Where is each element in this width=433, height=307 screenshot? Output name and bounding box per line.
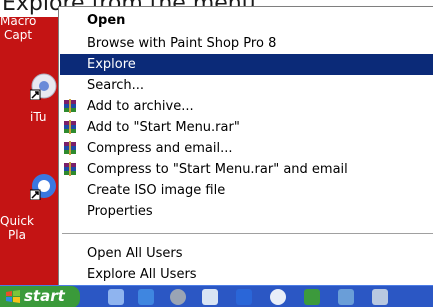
menu-item-explore[interactable]: Explore <box>60 54 433 75</box>
menu-item-label: Properties <box>87 204 153 219</box>
winrar-icon <box>64 162 76 176</box>
menu-item-add-to-archive[interactable]: Add to archive... <box>60 96 433 117</box>
menu-item-properties[interactable]: Properties <box>60 201 433 222</box>
winrar-icon <box>64 141 76 155</box>
internet-explorer-icon[interactable] <box>138 289 154 305</box>
menu-item-label: Add to archive... <box>87 99 194 114</box>
menu-item-label: Open All Users <box>87 246 183 261</box>
quick-launch-icon[interactable] <box>304 289 320 305</box>
desktop-icon-label: Pla <box>8 228 26 242</box>
desktop-icon-label: Quick <box>0 214 34 228</box>
media-player-icon[interactable] <box>170 289 186 305</box>
menu-item-label: Browse with Paint Shop Pro 8 <box>87 36 277 51</box>
menu-item-open[interactable]: Open <box>60 10 433 31</box>
menu-item-label: Compress and email... <box>87 141 233 156</box>
quick-launch-icon[interactable] <box>372 289 388 305</box>
quick-launch-icon[interactable] <box>202 289 218 305</box>
winrar-icon <box>64 99 76 113</box>
menu-item-add-to-start-menu-rar[interactable]: Add to "Start Menu.rar" <box>60 117 433 138</box>
menu-item-label: Explore All Users <box>87 267 197 282</box>
menu-item-label: Search... <box>87 78 145 93</box>
start-button[interactable]: start <box>0 286 80 307</box>
menu-item-open-all-users[interactable]: Open All Users <box>60 243 433 264</box>
itunes-icon[interactable] <box>30 72 58 100</box>
menu-item-explore-all-users[interactable]: Explore All Users <box>60 264 433 285</box>
menu-item-label: Add to "Start Menu.rar" <box>87 120 240 135</box>
menu-item-label: Compress to "Start Menu.rar" and email <box>87 162 348 177</box>
menu-item-compress-to-rar-email[interactable]: Compress to "Start Menu.rar" and email <box>60 159 433 180</box>
quick-launch-icon[interactable] <box>236 289 252 305</box>
desktop-icon-label: Capt <box>4 28 33 42</box>
menu-separator <box>62 233 433 235</box>
menu-item-browse-paint-shop[interactable]: Browse with Paint Shop Pro 8 <box>60 33 433 54</box>
menu-item-label: Open <box>87 13 126 28</box>
menu-item-label: Create ISO image file <box>87 183 226 198</box>
start-label: start <box>24 287 65 305</box>
windows-logo-icon <box>6 290 20 303</box>
menu-item-label: Explore <box>87 57 136 72</box>
winrar-icon <box>64 120 76 134</box>
desktop: Macro Capt iTu Quick Pla <box>0 0 60 285</box>
menu-item-search[interactable]: Search... <box>60 75 433 96</box>
menu-item-create-iso[interactable]: Create ISO image file <box>60 180 433 201</box>
quick-launch-icon[interactable] <box>338 289 354 305</box>
context-menu: Open Browse with Paint Shop Pro 8 Explor… <box>58 6 433 292</box>
taskbar: start <box>0 285 433 307</box>
quicktime-icon[interactable] <box>30 172 58 200</box>
desktop-icon-label: iTu <box>30 110 47 124</box>
show-desktop-icon[interactable] <box>108 289 124 305</box>
menu-item-compress-and-email[interactable]: Compress and email... <box>60 138 433 159</box>
quick-launch-icon[interactable] <box>270 289 286 305</box>
